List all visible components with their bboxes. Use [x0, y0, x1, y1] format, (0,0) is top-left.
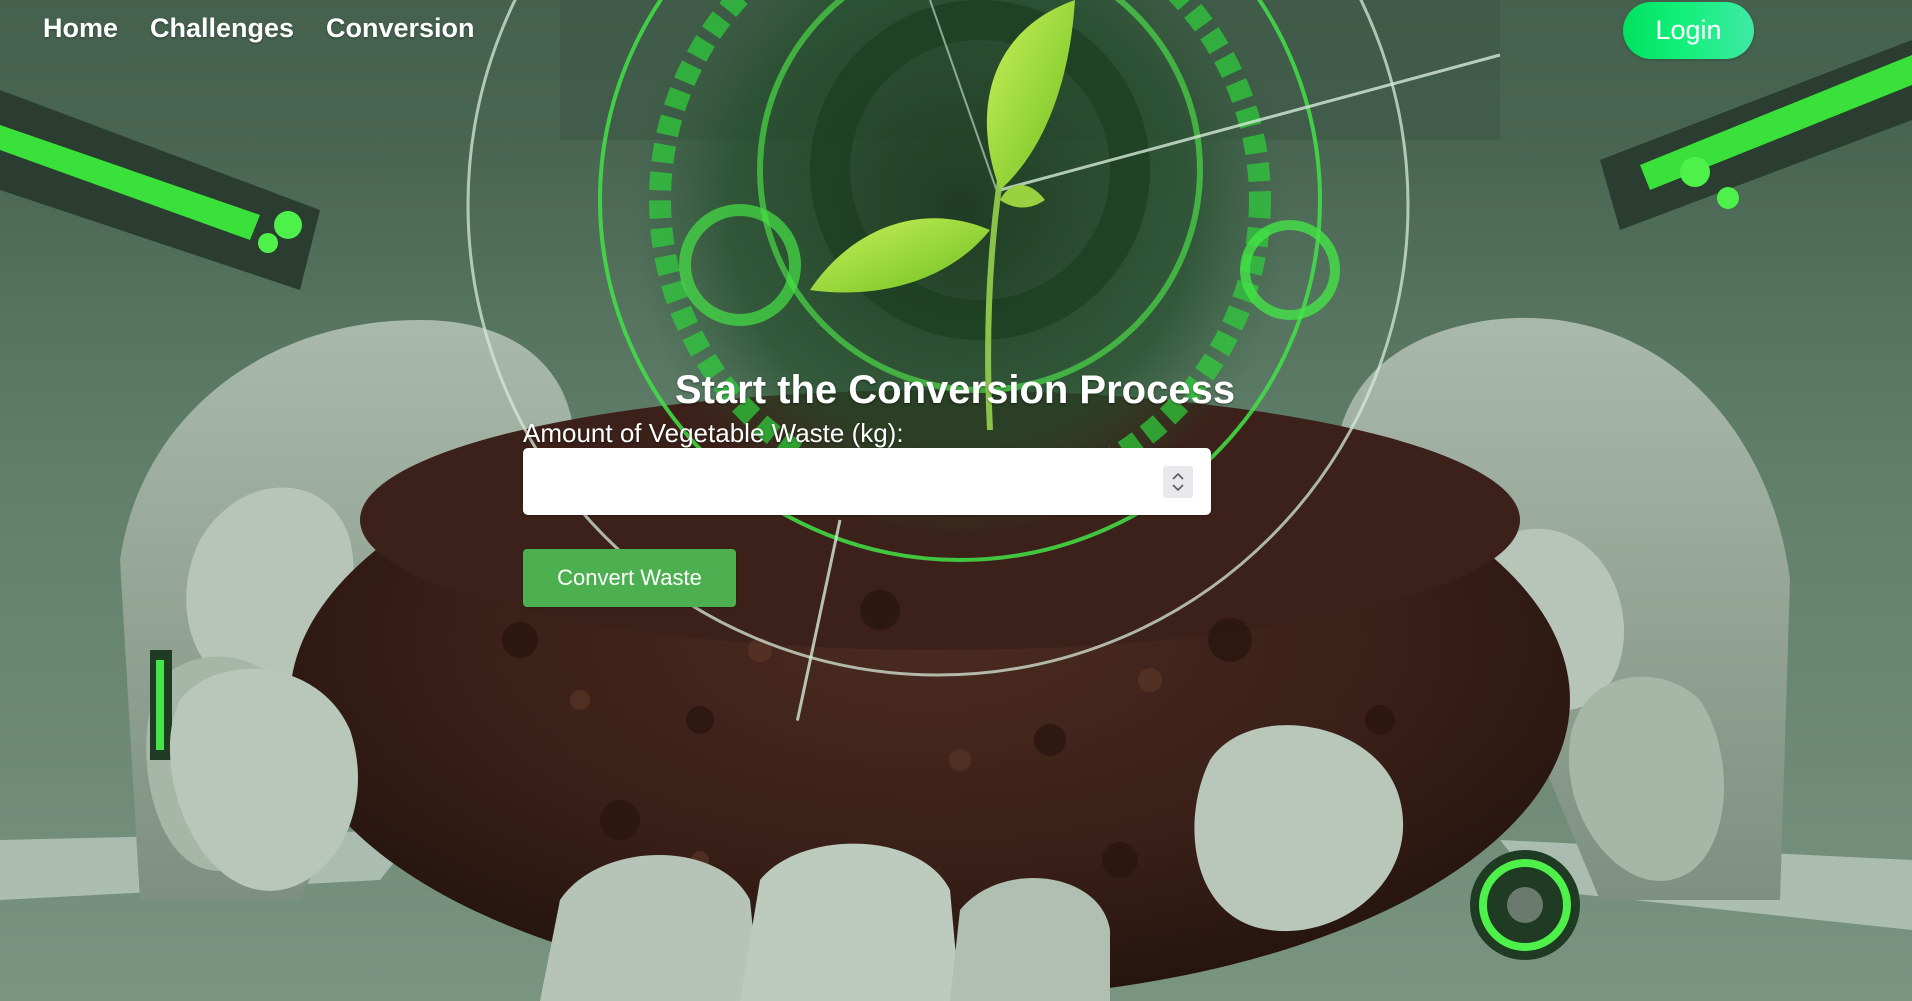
- nav-link-conversion[interactable]: Conversion: [326, 13, 475, 44]
- waste-amount-field: [523, 448, 1211, 515]
- waste-amount-input[interactable]: [523, 448, 1123, 515]
- nav-link-challenges[interactable]: Challenges: [150, 13, 294, 44]
- conversion-page: Home Challenges Conversion Login Start t…: [0, 0, 1912, 1001]
- top-navigation: Home Challenges Conversion Login: [0, 0, 1912, 62]
- number-spinner-icon[interactable]: [1163, 466, 1193, 498]
- form-title: Start the Conversion Process: [674, 368, 1236, 412]
- waste-amount-label: Amount of Vegetable Waste (kg):: [523, 418, 904, 448]
- login-button[interactable]: Login: [1623, 2, 1754, 59]
- nav-link-home[interactable]: Home: [43, 13, 118, 44]
- convert-waste-button[interactable]: Convert Waste: [523, 549, 736, 607]
